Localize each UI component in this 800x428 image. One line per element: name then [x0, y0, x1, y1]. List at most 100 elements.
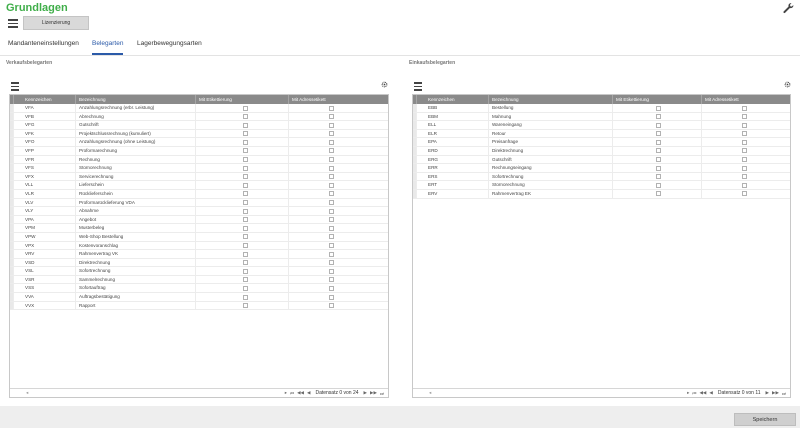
adressetikett-checkbox[interactable]	[329, 165, 334, 171]
adressetikett-checkbox[interactable]	[329, 139, 334, 145]
etikettierung-checkbox[interactable]	[243, 243, 248, 248]
etikettierung-checkbox[interactable]	[656, 191, 661, 197]
next-icon[interactable]: ▶	[766, 390, 769, 396]
etikettierung-checkbox[interactable]	[243, 105, 248, 111]
etikettierung-checkbox[interactable]	[243, 208, 248, 214]
first-page-icon[interactable]: ⏮	[290, 391, 294, 396]
etikettierung-checkbox[interactable]	[656, 105, 661, 111]
etikettierung-checkbox[interactable]	[243, 174, 248, 180]
wrench-icon[interactable]	[782, 2, 794, 14]
etikettierung-checkbox[interactable]	[243, 234, 248, 240]
first-page-icon[interactable]: ⏮	[692, 391, 696, 396]
adressetikett-checkbox[interactable]	[742, 131, 747, 137]
adressetikett-checkbox[interactable]	[742, 114, 747, 120]
col-kennzeichen[interactable]: Kennzeichen	[14, 95, 76, 104]
prev-page-icon[interactable]: ◀◀	[699, 390, 706, 396]
adressetikett-checkbox[interactable]	[742, 191, 747, 197]
table-row[interactable]: VFA Anzahlungsrechnung (erbr. Leistung)	[10, 104, 388, 113]
table-row[interactable]: VRV Rahmenvertrag VK	[10, 250, 388, 259]
adressetikett-checkbox[interactable]	[329, 174, 334, 180]
etikettierung-checkbox[interactable]	[656, 131, 661, 137]
next-page-icon[interactable]: ▶▶	[772, 390, 779, 396]
adressetikett-checkbox[interactable]	[329, 208, 334, 214]
adressetikett-checkbox[interactable]	[329, 131, 334, 137]
etikettierung-checkbox[interactable]	[243, 277, 248, 283]
adressetikett-checkbox[interactable]	[329, 285, 334, 291]
adressetikett-checkbox[interactable]	[742, 139, 747, 145]
col-mit-adressetikett[interactable]: Mit Adressetikett	[289, 95, 388, 104]
adressetikett-checkbox[interactable]	[329, 122, 334, 128]
col-bezeichnung[interactable]: Bezeichnung	[76, 95, 196, 104]
adressetikett-checkbox[interactable]	[329, 277, 334, 283]
adressetikett-checkbox[interactable]	[329, 217, 334, 223]
etikettierung-checkbox[interactable]	[243, 114, 248, 120]
table-row[interactable]: VVX Rapport	[10, 301, 388, 311]
col-mit-adressetikett[interactable]: Mit Adressetikett	[702, 95, 790, 104]
table-row[interactable]: ERG Gutschrift	[413, 155, 790, 165]
etikettierung-checkbox[interactable]	[656, 157, 661, 163]
etikettierung-checkbox[interactable]	[656, 174, 661, 180]
adressetikett-checkbox[interactable]	[742, 165, 747, 171]
adressetikett-checkbox[interactable]	[742, 174, 747, 180]
adressetikett-checkbox[interactable]	[329, 225, 334, 231]
last-page-icon[interactable]: ⏭	[782, 391, 786, 396]
table-row[interactable]: ERT Stornorechnung	[413, 181, 790, 190]
adressetikett-checkbox[interactable]	[742, 148, 747, 154]
table-row[interactable]: VLY Abnahme	[10, 207, 388, 216]
menu-icon[interactable]	[8, 19, 18, 28]
adressetikett-checkbox[interactable]	[329, 191, 334, 197]
etikettierung-checkbox[interactable]	[243, 139, 248, 145]
table-row[interactable]: VPM Musterbeleg	[10, 224, 388, 233]
col-kennzeichen[interactable]: Kennzeichen	[417, 95, 489, 104]
table-row[interactable]: EBM Mahnung	[413, 112, 790, 122]
etikettierung-checkbox[interactable]	[243, 131, 248, 137]
table-row[interactable]: ERD Direktrechnung	[413, 146, 790, 156]
etikettierung-checkbox[interactable]	[656, 182, 661, 188]
last-page-icon[interactable]: ⏭	[380, 391, 384, 396]
table-row[interactable]: VFP Proformarechnung	[10, 146, 388, 156]
table-row[interactable]: VLR Rücklieferschein	[10, 189, 388, 199]
tab-belegarten[interactable]: Belegarten	[92, 40, 124, 55]
adressetikett-checkbox[interactable]	[329, 105, 334, 111]
table-row[interactable]: VFG Gutschrift	[10, 121, 388, 130]
col-bezeichnung[interactable]: Bezeichnung	[489, 95, 613, 104]
etikettierung-checkbox[interactable]	[243, 157, 248, 163]
table-row[interactable]: VFS Stornorechnung	[10, 164, 388, 173]
einkauf-grid-menu-icon[interactable]	[414, 82, 422, 91]
tab-mandanteneinstellungen[interactable]: Mandanteneinstellungen	[8, 40, 79, 55]
etikettierung-checkbox[interactable]	[243, 182, 248, 188]
col-mit-etikettierung[interactable]: Mit Etikettierung	[196, 95, 289, 104]
etikettierung-checkbox[interactable]	[243, 285, 248, 291]
prev-page-icon[interactable]: ◀◀	[297, 390, 304, 396]
table-row[interactable]: EBB Bestellung	[413, 104, 790, 113]
table-row[interactable]: VFB Abrechnung	[10, 112, 388, 122]
table-row[interactable]: VPX Kostenvoranschlag	[10, 241, 388, 251]
next-page-icon[interactable]: ▶▶	[370, 390, 377, 396]
scroll-left-icon[interactable]: ◂	[429, 390, 431, 396]
adressetikett-checkbox[interactable]	[329, 243, 334, 248]
etikettierung-checkbox[interactable]	[656, 139, 661, 145]
table-row[interactable]: VSR Sammelrechnung	[10, 275, 388, 285]
etikettierung-checkbox[interactable]	[243, 268, 248, 274]
adressetikett-checkbox[interactable]	[742, 122, 747, 128]
adressetikett-checkbox[interactable]	[329, 260, 334, 266]
table-row[interactable]: VPA Angebot	[10, 215, 388, 225]
table-row[interactable]: VSS Sofortauftrag	[10, 284, 388, 294]
tab-lagerbewegungsarten[interactable]: Lagerbewegungsarten	[137, 40, 202, 55]
etikettierung-checkbox[interactable]	[243, 251, 248, 257]
adressetikett-checkbox[interactable]	[329, 294, 334, 300]
adressetikett-checkbox[interactable]	[329, 251, 334, 257]
table-row[interactable]: ELL Wareneingang	[413, 121, 790, 130]
etikettierung-checkbox[interactable]	[656, 165, 661, 171]
adressetikett-checkbox[interactable]	[329, 234, 334, 240]
adressetikett-checkbox[interactable]	[329, 157, 334, 163]
verkauf-grid-menu-icon[interactable]	[11, 82, 19, 91]
scroll-right-icon[interactable]: ▸	[285, 390, 287, 396]
etikettierung-checkbox[interactable]	[243, 191, 248, 197]
adressetikett-checkbox[interactable]	[742, 105, 747, 111]
table-row[interactable]: VPW Web-Shop Bestellung	[10, 232, 388, 242]
table-row[interactable]: ERR Rechnungseingang	[413, 164, 790, 173]
etikettierung-checkbox[interactable]	[243, 303, 248, 309]
table-row[interactable]: VFO Anzahlungsrechnung (ohne Leistung)	[10, 138, 388, 147]
adressetikett-checkbox[interactable]	[329, 303, 334, 309]
